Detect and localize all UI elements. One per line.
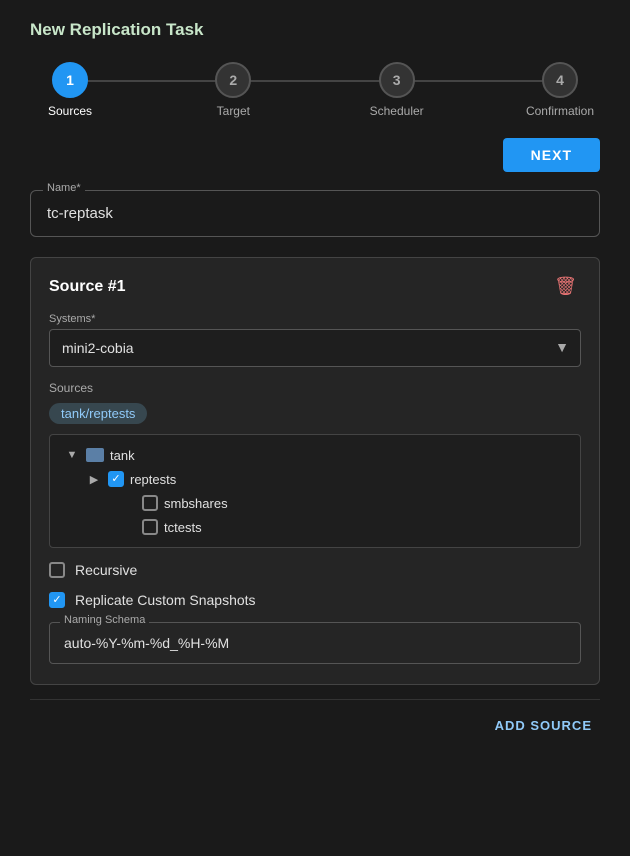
name-input[interactable] — [47, 205, 583, 222]
tree-row-reptests: ▶ reptests — [56, 467, 574, 491]
step-circle-3: 3 — [379, 62, 415, 98]
replicate-snapshots-row: Replicate Custom Snapshots — [49, 592, 581, 608]
trash-icon: 🗑 — [554, 276, 577, 296]
tree-row-tank: ▼ tank — [56, 443, 574, 467]
next-button[interactable]: NEXT — [503, 138, 600, 172]
checkbox-replicate-snapshots[interactable] — [49, 592, 65, 608]
step-label-target: Target — [217, 104, 250, 118]
tree-label-smbshares: smbshares — [164, 496, 228, 511]
sources-section-label: Sources — [49, 381, 581, 395]
checkbox-reptests[interactable] — [108, 471, 124, 487]
systems-select-wrapper: Systems* mini2-cobia ▼ — [49, 313, 581, 367]
stepper: 1 Sources 2 Target 3 Scheduler 4 Confirm… — [30, 62, 600, 118]
step-label-scheduler: Scheduler — [370, 104, 424, 118]
page-title: New Replication Task — [30, 20, 600, 40]
checkbox-smbshares[interactable] — [142, 495, 158, 511]
tree-row-smbshares: smbshares — [56, 491, 574, 515]
tree-toggle-reptests[interactable]: ▶ — [86, 471, 102, 487]
name-field-group: Name* — [30, 190, 600, 237]
systems-select[interactable]: mini2-cobia — [49, 329, 581, 367]
naming-schema-label: Naming Schema — [60, 614, 149, 626]
step-sources: 1 Sources — [30, 62, 110, 118]
replicate-snapshots-label: Replicate Custom Snapshots — [75, 592, 256, 608]
step-circle-4: 4 — [542, 62, 578, 98]
sources-tags: tank/reptests — [49, 403, 581, 424]
page-container: New Replication Task 1 Sources 2 Target … — [0, 0, 630, 767]
source-card-1: Source #1 🗑 Systems* mini2-cobia ▼ Sourc… — [30, 257, 600, 685]
tree-container: ▼ tank ▶ reptests smbshares — [49, 434, 581, 548]
step-target: 2 Target — [193, 62, 273, 118]
systems-label: Systems* — [49, 313, 581, 325]
naming-schema-group: Naming Schema — [49, 622, 581, 664]
step-confirmation: 4 Confirmation — [520, 62, 600, 118]
tree-toggle-tank[interactable]: ▼ — [64, 447, 80, 463]
step-circle-1: 1 — [52, 62, 88, 98]
tree-row-tctests: tctests — [56, 515, 574, 539]
tree-label-tank: tank — [110, 448, 135, 463]
next-btn-row: NEXT — [30, 138, 600, 172]
checkbox-recursive[interactable] — [49, 562, 65, 578]
stepper-line — [70, 80, 560, 82]
tree-label-reptests: reptests — [130, 472, 176, 487]
add-source-row: ADD SOURCE — [30, 699, 600, 737]
source-title: Source #1 — [49, 278, 125, 296]
delete-source-button[interactable]: 🗑 — [550, 274, 581, 299]
name-field-label: Name* — [43, 182, 85, 194]
folder-icon-tank — [86, 448, 104, 462]
step-scheduler: 3 Scheduler — [357, 62, 437, 118]
checkbox-tctests[interactable] — [142, 519, 158, 535]
recursive-row: Recursive — [49, 562, 581, 578]
naming-schema-input[interactable] — [64, 635, 566, 651]
tree-label-tctests: tctests — [164, 520, 202, 535]
source-header: Source #1 🗑 — [49, 274, 581, 299]
step-label-confirmation: Confirmation — [526, 104, 594, 118]
step-circle-2: 2 — [215, 62, 251, 98]
add-source-button[interactable]: ADD SOURCE — [487, 714, 600, 737]
step-label-sources: Sources — [48, 104, 92, 118]
recursive-label: Recursive — [75, 562, 137, 578]
source-tag[interactable]: tank/reptests — [49, 403, 147, 424]
